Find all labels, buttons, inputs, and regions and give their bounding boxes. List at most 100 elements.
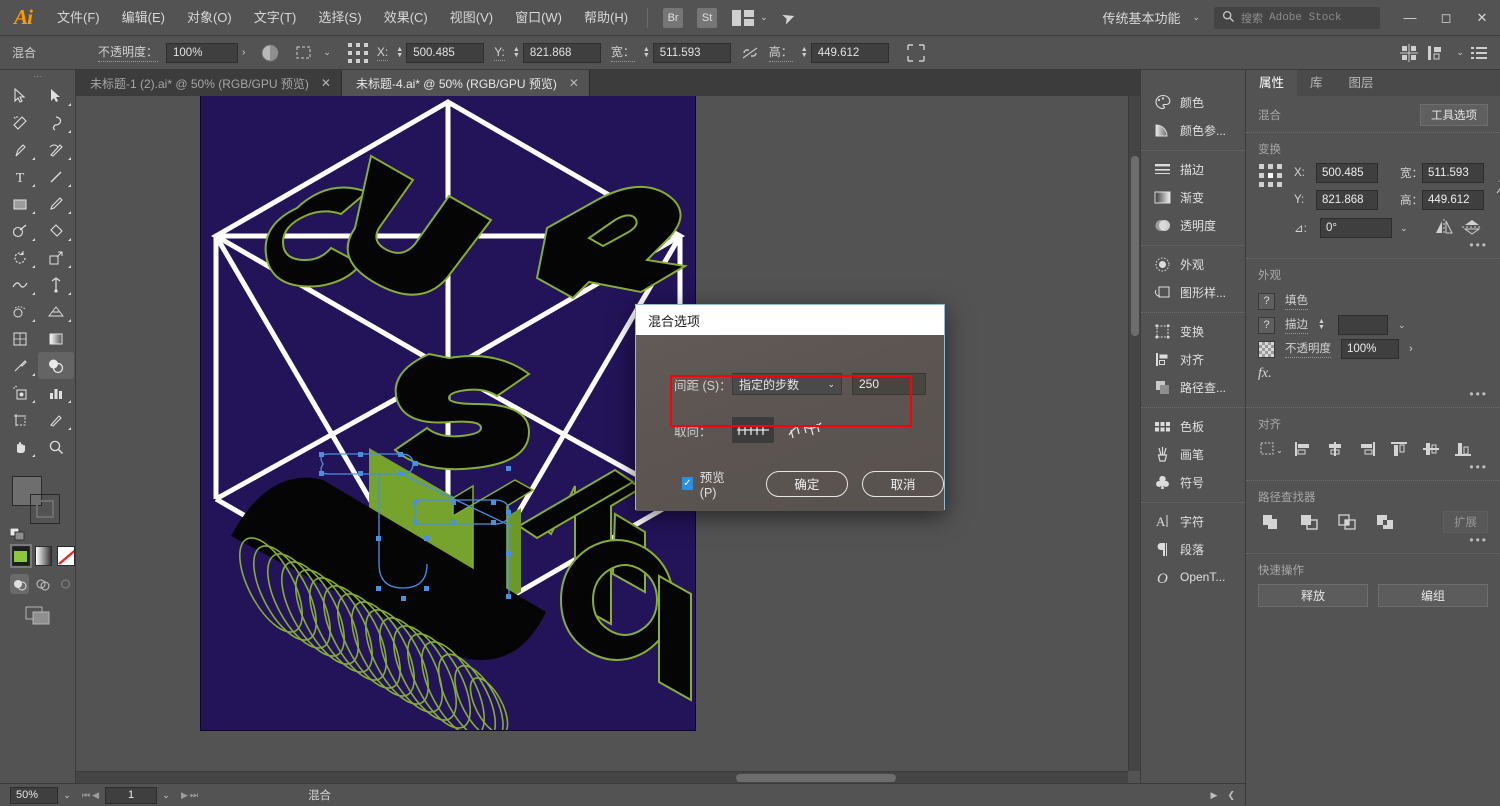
change-screen-mode-button[interactable]	[0, 604, 75, 626]
align-center-h-icon[interactable]	[1322, 438, 1348, 460]
width-input[interactable]: 511.593	[1422, 163, 1484, 183]
stock-search-box[interactable]: 搜索 Adobe Stock	[1214, 6, 1380, 29]
none-mode-button[interactable]	[57, 546, 76, 566]
tab-close-icon[interactable]: ✕	[569, 76, 579, 90]
curvature-tool[interactable]	[38, 136, 74, 163]
flip-horizontal-icon[interactable]	[1434, 218, 1454, 238]
toolbar-chevron-down-icon[interactable]: ⌄	[1456, 47, 1464, 58]
dock-item-symbols[interactable]: 符号	[1141, 468, 1245, 496]
draw-inside-button[interactable]	[56, 574, 75, 594]
scrollbar-thumb[interactable]	[736, 774, 896, 782]
workspace-chevron-down-icon[interactable]: ⌄	[1192, 12, 1200, 23]
align-right-icon[interactable]	[1354, 438, 1380, 460]
hand-tool[interactable]	[2, 433, 38, 460]
align-left-icon[interactable]	[1290, 438, 1316, 460]
next-page-icon[interactable]: ▶	[181, 790, 188, 801]
arrange-documents-icon[interactable]	[732, 9, 755, 26]
stroke-width-input[interactable]	[1337, 315, 1388, 335]
align-icon[interactable]	[1398, 42, 1420, 64]
height-stepper[interactable]: ▲ ▼	[801, 46, 808, 59]
ok-button[interactable]: 确定	[765, 470, 848, 497]
menu-effect[interactable]: 效果(C)	[373, 0, 439, 36]
dock-item-swatches[interactable]: 色板	[1141, 412, 1245, 440]
default-fill-stroke-icon[interactable]	[9, 527, 26, 541]
minimize-button[interactable]: —	[1392, 0, 1428, 36]
dock-item-color[interactable]: 颜色	[1141, 88, 1245, 116]
align-more-options[interactable]: •••	[1258, 460, 1488, 474]
x-input[interactable]: 500.485	[406, 42, 485, 63]
tab-layers[interactable]: 图层	[1336, 70, 1387, 96]
canvas-horizontal-scrollbar[interactable]	[76, 771, 1128, 783]
toolbar-grip[interactable]: ⋯	[0, 70, 75, 82]
width-input[interactable]: 511.593	[652, 42, 731, 63]
dock-item-transform[interactable]: 变换	[1141, 317, 1245, 345]
align-center-v-icon[interactable]	[1418, 438, 1444, 460]
type-tool[interactable]: T	[2, 163, 38, 190]
selection-tool[interactable]	[2, 82, 38, 109]
chevron-left-icon[interactable]: ❮	[1227, 790, 1235, 801]
stroke-swatch[interactable]: ?	[1258, 316, 1275, 334]
dock-item-color-guide[interactable]: 颜色参...	[1141, 116, 1245, 144]
dock-item-pathfinder[interactable]: 路径查...	[1141, 373, 1245, 401]
exclude-icon[interactable]	[1372, 511, 1398, 533]
opacity-label[interactable]: 不透明度：	[98, 43, 159, 62]
transform-more-options[interactable]: •••	[1258, 238, 1488, 252]
x-input[interactable]: 500.485	[1316, 163, 1378, 183]
width-stepper[interactable]: ▲ ▼	[643, 46, 650, 59]
dock-item-paragraph[interactable]: 段落	[1141, 535, 1245, 563]
shape-builder-tool[interactable]	[2, 298, 38, 325]
last-page-icon[interactable]: ⏭	[190, 790, 198, 801]
angle-input[interactable]: 0°	[1320, 218, 1392, 238]
height-input[interactable]: 449.612	[1422, 190, 1484, 210]
rocket-icon[interactable]: ➤	[779, 6, 798, 29]
flip-vertical-icon[interactable]	[1461, 219, 1482, 238]
canvas-vertical-scrollbar[interactable]	[1128, 96, 1140, 771]
column-graph-tool[interactable]	[38, 379, 74, 406]
height-input[interactable]: 449.612	[810, 42, 889, 63]
document-tab-2[interactable]: 未标题-4.ai* @ 50% (RGB/GPU 预览) ✕	[341, 70, 590, 96]
scrollbar-thumb[interactable]	[1131, 156, 1139, 336]
tab-close-icon[interactable]: ✕	[321, 76, 331, 90]
lasso-tool[interactable]	[38, 109, 74, 136]
draw-normal-button[interactable]	[10, 574, 29, 594]
opacity-input[interactable]: 100%	[166, 42, 239, 63]
menu-type[interactable]: 文字(T)	[243, 0, 308, 36]
opacity-swatch-icon[interactable]	[259, 42, 281, 64]
prev-page-icon[interactable]: ◀	[92, 790, 99, 801]
menu-file[interactable]: 文件(F)	[46, 0, 111, 36]
slice-tool[interactable]	[38, 406, 74, 433]
preview-checkbox[interactable]: ✓	[682, 477, 693, 490]
link-broken-icon[interactable]	[739, 42, 761, 64]
magic-wand-tool[interactable]	[2, 109, 38, 136]
reference-point-grid-icon[interactable]	[1258, 163, 1284, 189]
dock-item-transparency[interactable]: 透明度	[1141, 211, 1245, 239]
stroke-swatch[interactable]	[30, 494, 60, 524]
opacity-expand-arrow[interactable]: ›	[1409, 343, 1413, 355]
reference-point-grid-icon[interactable]	[345, 42, 371, 64]
rectangle-tool[interactable]	[2, 190, 38, 217]
paintbrush-tool[interactable]	[38, 190, 74, 217]
eyedropper-tool[interactable]	[2, 352, 38, 379]
angle-chevron-down-icon[interactable]: ⌄	[1400, 223, 1408, 234]
menu-window[interactable]: 窗口(W)	[504, 0, 573, 36]
align-bottom-icon[interactable]	[1450, 438, 1476, 460]
tab-libraries[interactable]: 库	[1297, 70, 1336, 96]
unite-icon[interactable]	[1258, 511, 1284, 533]
tab-properties[interactable]: 属性	[1246, 70, 1298, 96]
shaper-tool[interactable]	[2, 217, 38, 244]
zoom-chevron-down-icon[interactable]: ⌄	[58, 787, 76, 804]
menu-view[interactable]: 视图(V)	[439, 0, 504, 36]
page-input[interactable]: 1	[105, 786, 158, 804]
select-similar-chevron-down-icon[interactable]: ⌄	[323, 47, 331, 58]
link-broken-icon[interactable]	[1494, 163, 1500, 198]
rotate-tool[interactable]	[2, 244, 38, 271]
opacity-expand-arrow[interactable]: ›	[242, 47, 245, 58]
free-transform-tool[interactable]	[38, 271, 74, 298]
pathfinder-more-options[interactable]: •••	[1258, 533, 1488, 547]
menu-select[interactable]: 选择(S)	[307, 0, 372, 36]
gradient-mode-button[interactable]	[34, 546, 53, 566]
artboard-tool[interactable]	[2, 406, 38, 433]
workspace-switcher[interactable]: 传统基本功能	[1096, 8, 1186, 27]
mesh-tool[interactable]	[2, 325, 38, 352]
symbol-sprayer-tool[interactable]	[2, 379, 38, 406]
